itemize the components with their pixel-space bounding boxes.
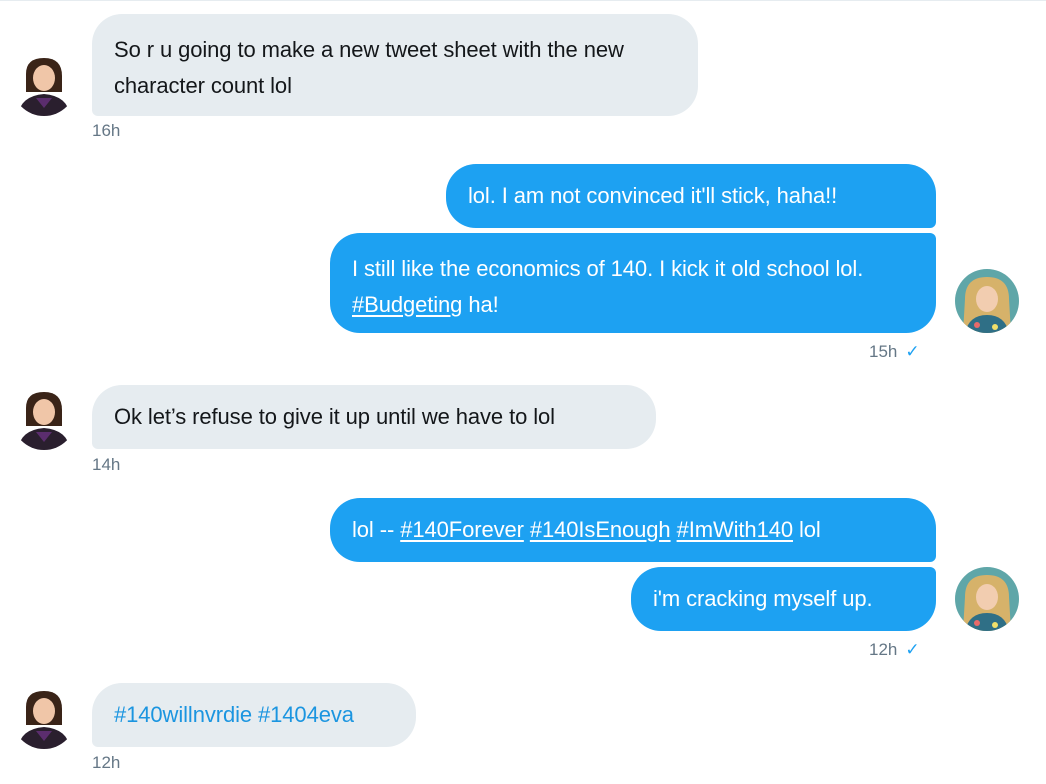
message-timestamp: 12h ✓ xyxy=(869,640,920,659)
message-text: I still like the economics of 140. I kic… xyxy=(352,256,864,281)
check-icon: ✓ xyxy=(905,640,920,659)
message-bubble-outgoing[interactable]: I still like the economics of 140. I kic… xyxy=(330,233,936,333)
message-bubble-incoming[interactable]: So r u going to make a new tweet sheet w… xyxy=(92,14,698,116)
message-bubble-outgoing[interactable]: i'm cracking myself up. xyxy=(631,567,936,631)
hashtag-link[interactable]: #140IsEnough xyxy=(530,517,671,542)
check-icon: ✓ xyxy=(905,342,920,361)
dm-conversation: So r u going to make a new tweet sheet w… xyxy=(0,0,1046,784)
message-bubble-outgoing[interactable]: lol -- #140Forever #140IsEnough #ImWith1… xyxy=(330,498,936,562)
message-timestamp: 16h xyxy=(92,121,121,140)
user-avatar[interactable] xyxy=(955,567,1019,631)
message-bubble-incoming[interactable]: #140willnvrdie #1404eva xyxy=(92,683,416,747)
hashtag-link[interactable]: #140Forever xyxy=(400,517,524,542)
message-timestamp: 12h xyxy=(92,753,121,772)
message-timestamp: 15h ✓ xyxy=(869,342,920,361)
message-text: Ok let’s refuse to give it up until we h… xyxy=(114,404,555,429)
message-text: ha! xyxy=(462,292,499,317)
message-text: lol xyxy=(792,517,821,542)
hashtag-link[interactable]: #ImWith140 xyxy=(677,517,793,542)
contact-avatar[interactable] xyxy=(12,685,76,749)
contact-avatar[interactable] xyxy=(12,386,76,450)
message-text: lol. I am not convinced it'll stick, hah… xyxy=(468,183,838,208)
divider xyxy=(0,0,1046,1)
message-timestamp: 14h xyxy=(92,455,121,474)
hashtag-link[interactable]: #Budgeting xyxy=(352,292,462,317)
message-text: i'm cracking myself up. xyxy=(653,586,873,611)
message-bubble-outgoing[interactable]: lol. I am not convinced it'll stick, hah… xyxy=(446,164,936,228)
message-text: lol -- xyxy=(352,517,401,542)
message-bubble-incoming[interactable]: Ok let’s refuse to give it up until we h… xyxy=(92,385,656,449)
hashtag-link[interactable]: #140willnvrdie #1404eva xyxy=(114,702,354,727)
user-avatar[interactable] xyxy=(955,269,1019,333)
message-text: So r u going to make a new tweet sheet w… xyxy=(114,37,624,98)
contact-avatar[interactable] xyxy=(12,52,76,116)
